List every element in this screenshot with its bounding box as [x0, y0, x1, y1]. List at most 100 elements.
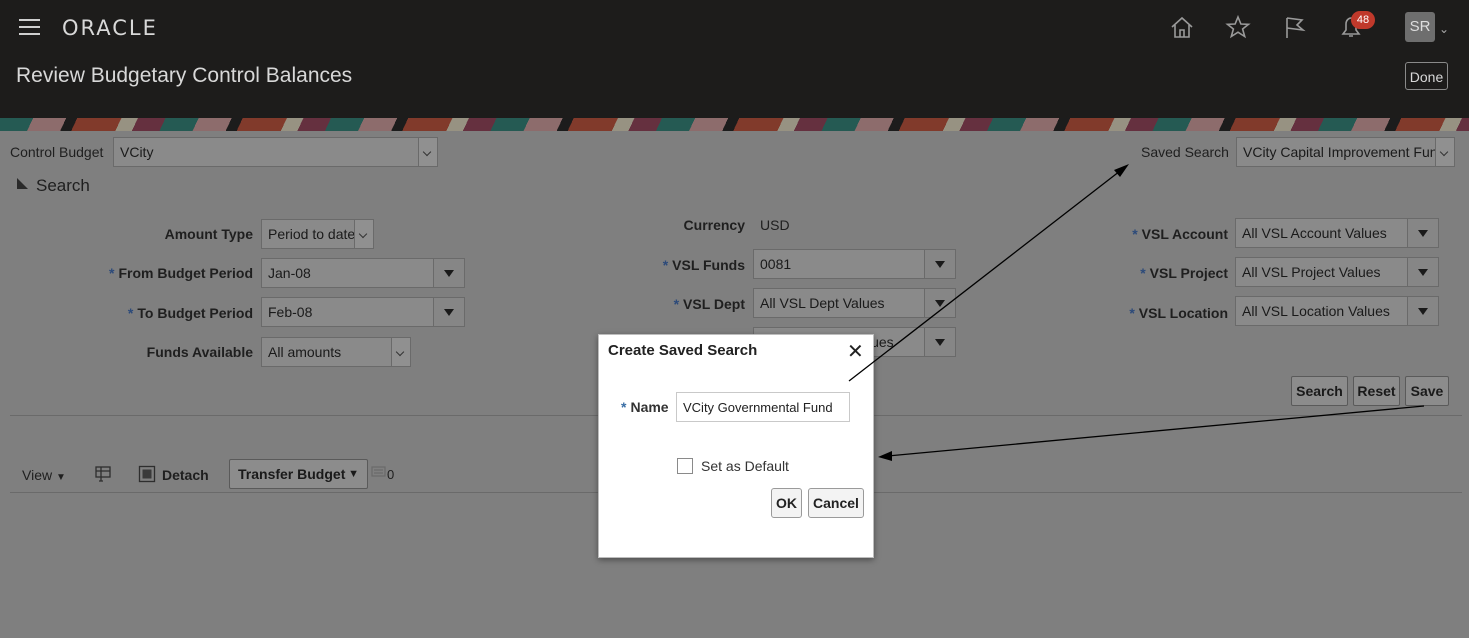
- selected-rows-icon: [371, 466, 386, 477]
- save-button[interactable]: Save: [1405, 376, 1449, 406]
- funds-available-value: All amounts: [268, 344, 342, 360]
- vsl-location-value: All VSL Location Values: [1242, 303, 1390, 319]
- detach-button[interactable]: Detach: [162, 467, 209, 483]
- set-as-default-checkbox[interactable]: [677, 458, 693, 474]
- dropdown-arrow-icon[interactable]: [1407, 297, 1438, 325]
- name-label-text: Name: [630, 399, 669, 415]
- view-menu-label: View: [22, 467, 53, 483]
- dropdown-arrow-icon[interactable]: [1407, 219, 1438, 247]
- banner-overlay: [0, 118, 1469, 131]
- required-marker: *: [673, 296, 680, 312]
- dropdown-arrow-icon[interactable]: [924, 250, 955, 278]
- funds-available-select[interactable]: All amounts: [261, 337, 411, 367]
- dropdown-arrow-icon[interactable]: [924, 289, 955, 317]
- vsl-account-value: All VSL Account Values: [1242, 225, 1387, 241]
- freeze-columns-icon[interactable]: [94, 465, 112, 483]
- dropdown-arrow-icon[interactable]: [433, 298, 464, 326]
- from-budget-period-input[interactable]: Jan-08: [261, 258, 465, 288]
- to-budget-period-label: * To Budget Period: [128, 305, 253, 321]
- dropdown-arrow-icon[interactable]: [924, 328, 955, 356]
- saved-search-select[interactable]: VCity Capital Improvement Fund: [1236, 137, 1455, 167]
- oracle-logo: ORACLE: [62, 16, 158, 40]
- vsl-account-label: * VSL Account: [1132, 226, 1228, 242]
- chevron-down-icon[interactable]: [391, 338, 410, 366]
- amount-type-select[interactable]: Period to date: [261, 219, 374, 249]
- control-budget-label: Control Budget: [10, 144, 104, 160]
- chevron-down-icon[interactable]: ⌄: [1439, 22, 1449, 36]
- from-budget-period-label: * From Budget Period: [109, 265, 253, 281]
- notification-count-badge: 48: [1351, 11, 1375, 29]
- vsl-project-input[interactable]: All VSL Project Values: [1235, 257, 1439, 287]
- vsl-location-label: * VSL Location: [1129, 305, 1228, 321]
- from-budget-period-value: Jan-08: [268, 265, 311, 281]
- done-button[interactable]: Done: [1405, 62, 1448, 90]
- vsl-project-text: VSL Project: [1149, 265, 1228, 281]
- close-icon[interactable]: ✕: [847, 339, 864, 364]
- search-section-title[interactable]: Search: [36, 176, 90, 196]
- to-budget-period-text: To Budget Period: [137, 305, 253, 321]
- currency-label: Currency: [683, 217, 745, 233]
- transfer-budget-button[interactable]: Transfer Budget ▼: [229, 459, 368, 489]
- vsl-project-value: All VSL Project Values: [1242, 264, 1381, 280]
- home-icon[interactable]: [1169, 14, 1195, 40]
- transfer-budget-label: Transfer Budget: [238, 466, 346, 482]
- required-marker: *: [621, 399, 627, 415]
- vsl-location-input[interactable]: All VSL Location Values: [1235, 296, 1439, 326]
- chevron-down-icon[interactable]: [418, 138, 437, 166]
- dropdown-arrow-icon[interactable]: [1407, 258, 1438, 286]
- chevron-down-icon[interactable]: [354, 220, 373, 248]
- vsl-funds-text: VSL Funds: [672, 257, 745, 273]
- user-avatar[interactable]: SR: [1405, 12, 1435, 42]
- search-button[interactable]: Search: [1291, 376, 1348, 406]
- name-input[interactable]: [676, 392, 850, 422]
- ok-button[interactable]: OK: [771, 488, 802, 518]
- create-saved-search-dialog: Create Saved Search ✕ *Name Set as Defau…: [598, 334, 874, 558]
- chevron-down-icon[interactable]: [1435, 138, 1454, 166]
- vsl-dept-text: VSL Dept: [683, 296, 745, 312]
- view-menu[interactable]: View ▼: [22, 467, 66, 483]
- collapse-triangle-icon[interactable]: [17, 178, 28, 189]
- saved-search-label: Saved Search: [1141, 144, 1229, 160]
- favorites-star-icon[interactable]: [1225, 14, 1251, 40]
- dialog-title: Create Saved Search: [608, 342, 758, 359]
- selected-count: 0: [387, 467, 395, 482]
- cancel-button[interactable]: Cancel: [808, 488, 864, 518]
- currency-value: USD: [760, 217, 790, 233]
- required-marker: *: [1140, 265, 1146, 281]
- vsl-funds-input[interactable]: 0081: [753, 249, 956, 279]
- dropdown-arrow-icon[interactable]: [433, 259, 464, 287]
- control-budget-value: VCity: [120, 144, 154, 160]
- arrowhead-icon: [1114, 164, 1129, 177]
- vsl-dept-value: All VSL Dept Values: [760, 295, 885, 311]
- vsl-account-text: VSL Account: [1141, 226, 1228, 242]
- vsl-funds-label: * VSL Funds: [663, 257, 745, 273]
- caret-down-icon[interactable]: ▼: [348, 460, 359, 488]
- set-as-default-label[interactable]: Set as Default: [701, 458, 789, 474]
- detach-icon[interactable]: [138, 465, 156, 483]
- name-label: * Name: [621, 399, 669, 415]
- to-budget-period-value: Feb-08: [268, 304, 313, 320]
- vsl-funds-value: 0081: [760, 256, 792, 272]
- required-marker: *: [1132, 226, 1138, 242]
- vsl-account-input[interactable]: All VSL Account Values: [1235, 218, 1439, 248]
- from-budget-period-text: From Budget Period: [118, 265, 253, 281]
- to-budget-period-input[interactable]: Feb-08: [261, 297, 465, 327]
- amount-type-value: Period to date: [268, 226, 356, 242]
- navigator-menu-icon[interactable]: [19, 19, 40, 37]
- page-title: Review Budgetary Control Balances: [16, 64, 353, 87]
- watchlist-flag-icon[interactable]: [1282, 14, 1308, 40]
- saved-search-value: VCity Capital Improvement Fund: [1243, 144, 1446, 160]
- vsl-project-label: * VSL Project: [1140, 265, 1228, 281]
- vsl-location-text: VSL Location: [1138, 305, 1228, 321]
- amount-type-label: Amount Type: [164, 226, 253, 242]
- required-marker: *: [108, 265, 115, 281]
- vsl-dept-input[interactable]: All VSL Dept Values: [753, 288, 956, 318]
- arrow-from-save-button: [887, 405, 1425, 457]
- vsl-dept-label: * VSL Dept: [674, 296, 745, 312]
- arrowhead-icon: [878, 451, 892, 461]
- reset-button[interactable]: Reset: [1353, 376, 1400, 406]
- control-budget-select[interactable]: VCity: [113, 137, 438, 167]
- funds-available-label: Funds Available: [146, 344, 253, 360]
- required-marker: *: [1129, 305, 1135, 321]
- required-marker: *: [662, 257, 669, 273]
